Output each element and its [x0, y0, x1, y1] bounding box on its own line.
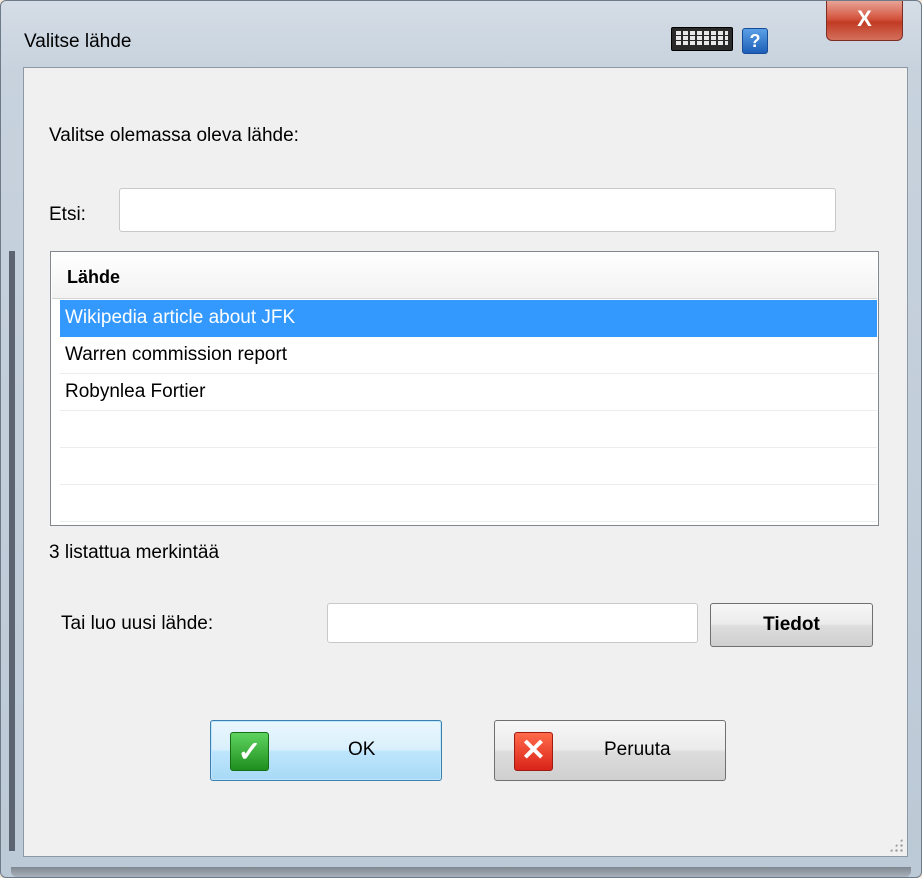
list-item-empty: [60, 411, 877, 448]
window-bottom-edge: [11, 867, 911, 877]
cancel-button[interactable]: ✕ Peruuta: [494, 720, 726, 781]
list-item-empty: [60, 448, 877, 485]
source-list[interactable]: Lähde Wikipedia article about JFK Warren…: [50, 251, 879, 526]
resize-grip-icon[interactable]: [889, 838, 903, 852]
ok-button[interactable]: ✓ OK: [210, 720, 442, 781]
dialog-window: Valitse lähde ? X Valitse olemassa oleva…: [0, 0, 922, 878]
list-item[interactable]: Warren commission report: [60, 337, 877, 374]
list-rows: Wikipedia article about JFK Warren commi…: [60, 300, 877, 522]
window-title: Valitse lähde: [24, 31, 132, 52]
check-icon: ✓: [230, 732, 269, 771]
column-header-source: Lähde: [67, 267, 121, 287]
prompt-label: Valitse olemassa oleva lähde:: [49, 125, 299, 146]
details-button[interactable]: Tiedot: [710, 603, 873, 647]
search-label: Etsi:: [49, 204, 86, 225]
list-item-empty: [60, 485, 877, 522]
dialog-body: Valitse olemassa oleva lähde: Etsi: Lähd…: [23, 67, 908, 857]
help-icon[interactable]: ?: [742, 28, 768, 54]
window-edge: [9, 251, 15, 851]
search-input[interactable]: [119, 188, 836, 232]
title-bar[interactable]: Valitse lähde ? X: [1, 1, 921, 67]
new-source-input[interactable]: [327, 603, 698, 643]
cancel-label: Peruuta: [604, 739, 671, 760]
list-header[interactable]: Lähde: [52, 253, 877, 299]
ok-label: OK: [348, 739, 376, 760]
keyboard-icon[interactable]: [671, 27, 733, 51]
list-item[interactable]: Robynlea Fortier: [60, 374, 877, 411]
close-button[interactable]: X: [826, 1, 903, 41]
list-item[interactable]: Wikipedia article about JFK: [60, 300, 877, 337]
x-icon: ✕: [514, 732, 553, 771]
entry-count: 3 listattua merkintää: [49, 542, 220, 563]
new-source-label: Tai luo uusi lähde:: [61, 613, 214, 634]
